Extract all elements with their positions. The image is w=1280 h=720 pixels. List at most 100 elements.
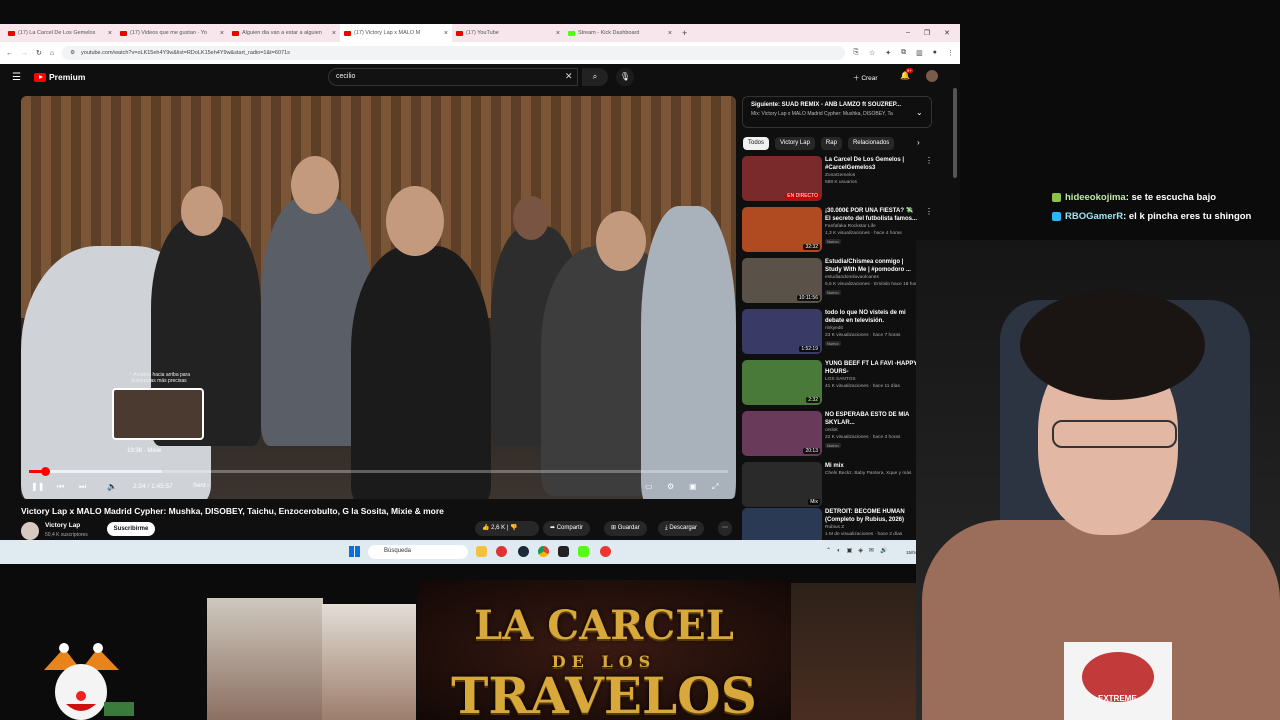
app-icon[interactable] <box>496 546 507 557</box>
recommended-video[interactable]: DETROIT: BECOME HUMAN (Completo by Rubius… <box>742 508 934 540</box>
taskbar-search[interactable]: Búsqueda <box>368 545 468 559</box>
home-icon[interactable]: ⌂ <box>50 50 54 57</box>
chevron-down-icon[interactable]: ⌄ <box>916 108 923 117</box>
video-thumbnail[interactable]: 32:32 <box>742 207 822 252</box>
filter-chip[interactable]: Rap <box>820 137 842 150</box>
browser-tab[interactable]: (17) La Carcel De Los Gemelos × <box>4 24 116 42</box>
video-title[interactable]: NO ESPERABA ESTO DE MIA SKYLAR... <box>825 411 925 427</box>
recommended-video[interactable]: 20:13 NO ESPERABA ESTO DE MIA SKYLAR... ors… <box>742 411 934 457</box>
profile-icon[interactable]: ● <box>933 49 937 57</box>
video-title[interactable]: todo lo que NO visteis de mi debate en te… <box>825 309 925 325</box>
back-icon[interactable]: ← <box>6 50 13 57</box>
progress-bar[interactable] <box>29 467 728 476</box>
bookmark-star-icon[interactable]: ☆ <box>869 49 875 57</box>
new-tab-button[interactable]: + <box>682 28 687 38</box>
recommended-video[interactable]: 1:52:19 todo lo que NO visteis de mi debat… <box>742 309 934 355</box>
close-tab-icon[interactable]: × <box>444 30 448 37</box>
recommended-video[interactable]: EN DIRECTO La Carcel De Los Gemelos | #Car… <box>742 156 934 202</box>
save-button[interactable]: ⊞ Guardar <box>604 521 647 536</box>
recommended-video[interactable]: 2:32 YUNG BEEF FT LA FAVI -HAPPY HOURS- LOS… <box>742 360 934 406</box>
hamburger-menu-icon[interactable]: ☰ <box>12 72 21 83</box>
youtube-logo[interactable]: Premium <box>34 72 85 82</box>
account-avatar[interactable] <box>926 70 938 82</box>
forward-icon[interactable]: → <box>21 50 28 57</box>
search-input[interactable]: cecilio <box>328 68 578 86</box>
recommended-video[interactable]: 10:11:56 Estudia/Chismea conmigo | Study W… <box>742 258 934 304</box>
url-field[interactable]: ⚙ youtube.com/watch?v=oLK15eh4Y9w&list=R… <box>62 46 846 60</box>
chrome-icon[interactable] <box>538 546 549 557</box>
video-thumbnail[interactable]: Mix <box>742 462 822 507</box>
fullscreen-icon[interactable]: ⤢ <box>712 482 718 492</box>
video-title[interactable]: DETROIT: BECOME HUMAN (Completo by Rubius… <box>825 508 925 524</box>
windows-start-icon[interactable] <box>349 546 360 557</box>
chevron-right-icon[interactable]: › <box>917 138 920 147</box>
chapter-label[interactable]: Sent › <box>193 483 209 489</box>
video-title[interactable]: ¡30.000€ POR UNA FIESTA? 💸 El secreto del… <box>825 207 925 223</box>
channel-name[interactable]: orslok <box>825 428 838 433</box>
recommended-video[interactable]: Mix Mi mix Chels Beckz, Baby Pantera, Xque… <box>742 462 934 508</box>
minimize-icon[interactable]: – <box>906 29 910 37</box>
video-title[interactable]: Mi mix <box>825 462 925 470</box>
voice-search-button[interactable]: 🎙 <box>616 68 634 86</box>
video-thumbnail[interactable] <box>742 508 822 540</box>
browser-tab[interactable]: Stream - Kick Dashboard × <box>564 24 676 42</box>
steam-icon[interactable] <box>518 546 529 557</box>
channel-name[interactable]: estudiandomiluvaolcanes <box>825 275 879 280</box>
scrubber-handle[interactable] <box>41 467 51 476</box>
close-tab-icon[interactable]: × <box>332 30 336 37</box>
close-tab-icon[interactable]: × <box>556 30 560 37</box>
dislike-icon[interactable]: 👎 <box>510 525 517 531</box>
extension-icon[interactable]: ✦ <box>885 49 891 57</box>
video-thumbnail[interactable]: 2:32 <box>742 360 822 405</box>
close-tab-icon[interactable]: × <box>108 30 112 37</box>
like-button[interactable]: 👍 2,6 K | 👎 <box>475 521 539 536</box>
close-window-icon[interactable]: ✕ <box>944 29 950 37</box>
more-actions-icon[interactable]: ⋯ <box>718 521 732 536</box>
browser-tab[interactable]: Alguien dia van a estar a alguien × <box>228 24 340 42</box>
scrollbar[interactable] <box>953 88 957 178</box>
sidebar-icon[interactable]: ▥ <box>916 49 923 57</box>
video-thumbnail[interactable]: 20:13 <box>742 411 822 456</box>
channel-name[interactable]: Chels Beckz, Baby Pantera, Xque y más <box>825 471 911 476</box>
channel-name[interactable]: rinkyedit <box>825 326 843 331</box>
share-button[interactable]: ➦ Compartir <box>543 521 591 536</box>
close-tab-icon[interactable]: × <box>220 30 224 37</box>
channel-name[interactable]: ZonaGemelos <box>825 173 855 178</box>
video-thumbnail[interactable]: 1:52:19 <box>742 309 822 354</box>
install-icon[interactable]: ⎘ <box>853 49 859 57</box>
kebab-menu-icon[interactable]: ⋮ <box>925 207 933 216</box>
create-button[interactable]: ＋ Crear <box>853 72 878 82</box>
file-explorer-icon[interactable] <box>476 546 487 557</box>
channel-avatar[interactable] <box>21 522 39 540</box>
reload-icon[interactable]: ↻ <box>36 49 42 57</box>
browser-tab[interactable]: (17) Videos que me gustan · Yo × <box>116 24 228 42</box>
filter-chip[interactable]: Victory Lap <box>775 137 815 150</box>
channel-name[interactable]: LOS SANTOS <box>825 377 856 382</box>
chat-username[interactable]: RBOGamerR <box>1065 211 1123 222</box>
video-title[interactable]: La Carcel De Los Gemelos | #CarcelGemelos… <box>825 156 925 172</box>
search-button[interactable]: ⌕ <box>582 68 608 86</box>
settings-gear-icon[interactable]: ⚙ <box>667 482 674 491</box>
subscribe-button[interactable]: Suscribirme <box>107 522 155 536</box>
pause-icon[interactable]: ❚❚ <box>31 482 44 491</box>
filter-chip[interactable]: Todos <box>743 137 770 150</box>
channel-name[interactable]: Fanfafaka Rockstar Life <box>825 224 876 229</box>
app-icon[interactable] <box>600 546 611 557</box>
miniplayer-icon[interactable]: ▣ <box>689 482 697 491</box>
chat-username[interactable]: hideeokojima <box>1065 192 1126 203</box>
previous-icon[interactable]: ⏮ <box>57 482 64 492</box>
close-tab-icon[interactable]: × <box>668 30 672 37</box>
browser-menu-icon[interactable]: ⋮ <box>947 49 954 57</box>
kick-app-icon[interactable] <box>578 546 589 557</box>
site-info-icon[interactable]: ⚙ <box>70 50 75 56</box>
browser-tab[interactable]: (17) Victory Lap x MALO M × <box>340 24 452 42</box>
extensions-puzzle-icon[interactable]: ⧉ <box>901 49 906 57</box>
video-thumbnail[interactable]: 10:11:56 <box>742 258 822 303</box>
kebab-menu-icon[interactable]: ⋮ <box>925 156 933 165</box>
filter-chip[interactable]: Relacionados <box>847 137 895 150</box>
subtitles-icon[interactable]: ▭ <box>645 482 653 491</box>
channel-name[interactable]: Victory Lap <box>45 522 80 529</box>
next-icon[interactable]: ⏭ <box>79 482 86 492</box>
restore-icon[interactable]: ❐ <box>924 29 930 37</box>
recommended-video[interactable]: 32:32 ¡30.000€ POR UNA FIESTA? 💸 El secret… <box>742 207 934 253</box>
